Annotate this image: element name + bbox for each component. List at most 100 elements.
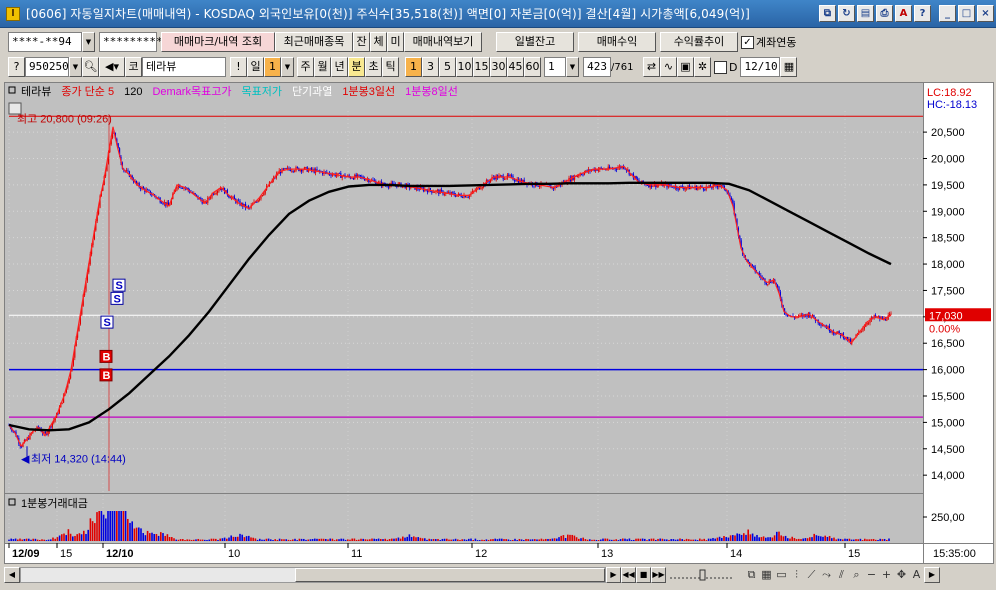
period-minute-button[interactable]: 분 <box>348 57 365 77</box>
bar-count-field[interactable]: 423 <box>583 57 611 77</box>
print-icon[interactable]: ⎙ <box>876 5 893 22</box>
interval-3-button[interactable]: 3 <box>422 57 439 77</box>
font-icon[interactable]: A <box>895 5 912 22</box>
trend-icon[interactable]: ⤳ <box>819 567 834 583</box>
magnify-icon[interactable]: ⌕ <box>849 567 864 583</box>
period-week-button[interactable]: 주 <box>297 57 314 77</box>
grid-icon[interactable]: ▦ <box>759 567 774 583</box>
chart-scrollbar-thumb[interactable] <box>295 568 605 582</box>
volume-bar <box>870 539 873 541</box>
period-dropdown-arrow[interactable]: ▼ <box>281 57 294 77</box>
candle-style-icon[interactable]: ⫶ <box>789 567 804 583</box>
trade-marker-label: S <box>104 317 111 329</box>
close-button[interactable]: × <box>977 5 994 22</box>
minimize-button[interactable]: _ <box>939 5 956 22</box>
daily-balance-button[interactable]: 일별잔고 <box>496 32 574 52</box>
interval-5-button[interactable]: 5 <box>439 57 456 77</box>
trade-history-button[interactable]: 매매내역보기 <box>404 32 482 52</box>
forward-button[interactable]: ▶▶ <box>651 567 666 583</box>
interval-45-button[interactable]: 45 <box>507 57 524 77</box>
period-tick-button[interactable]: 틱 <box>382 57 399 77</box>
interval-30-button[interactable]: 30 <box>490 57 507 77</box>
interval-15-button[interactable]: 15 <box>473 57 490 77</box>
volume-bar <box>564 538 567 541</box>
chart-settings-icon[interactable]: ? <box>8 57 25 77</box>
period-number[interactable]: 1 <box>264 57 281 77</box>
link-icon[interactable]: ⧉ <box>819 5 836 22</box>
volume-bar <box>523 540 525 541</box>
scroll-right-arrow[interactable]: ▶ <box>924 567 940 583</box>
date-field[interactable]: 12/10 <box>740 57 781 77</box>
arrows-icon[interactable]: ⇄ <box>643 57 660 77</box>
volume-bar <box>589 539 591 541</box>
candle <box>379 181 381 183</box>
move-icon[interactable]: ✥ <box>894 567 909 583</box>
interval-10-button[interactable]: 10 <box>456 57 473 77</box>
table-icon[interactable] <box>8 102 22 115</box>
custom-interval-dropdown-arrow[interactable]: ▼ <box>566 57 579 77</box>
volume-bar <box>56 537 59 541</box>
account-link-checkbox[interactable]: ✓ <box>741 35 754 49</box>
return-trend-button[interactable]: 수익률추이 <box>660 32 738 52</box>
stock-code-dropdown-arrow[interactable]: ▼ <box>69 57 82 77</box>
market-label[interactable]: 코 <box>125 57 142 77</box>
d-checkbox[interactable] <box>714 60 727 74</box>
password-field[interactable]: ********* <box>99 32 163 52</box>
interval-60-button[interactable]: 60 <box>524 57 541 77</box>
period-month-button[interactable]: 월 <box>314 57 331 77</box>
zoom-in-icon[interactable]: + <box>879 567 894 583</box>
volume-bar <box>789 538 791 541</box>
window-list-icon[interactable]: ▤ <box>857 5 874 22</box>
candle <box>233 196 235 199</box>
candle <box>886 319 888 321</box>
text-icon[interactable]: A <box>909 567 924 583</box>
period-day-button[interactable]: 일 <box>247 57 264 77</box>
trade-profit-button[interactable]: 매매수익 <box>578 32 656 52</box>
volume-bar <box>171 537 173 541</box>
candle <box>296 167 298 168</box>
volume-bar <box>65 535 67 541</box>
compare-icon[interactable]: ⫽ <box>834 567 849 583</box>
account-field[interactable]: ****-**94 <box>8 32 82 52</box>
gear-icon[interactable]: ✲ <box>694 57 711 77</box>
maximize-button[interactable]: □ <box>958 5 975 22</box>
layout-icon[interactable]: ⧉ <box>744 567 759 583</box>
period-year-button[interactable]: 년 <box>331 57 348 77</box>
search-icon[interactable]: 🔍︎ <box>82 57 99 77</box>
line-style-icon[interactable]: ⟋ <box>804 567 819 583</box>
indicator-icon[interactable]: ∿ <box>660 57 677 77</box>
bar-style-icon[interactable]: ▭ <box>774 567 789 583</box>
speaker-icon[interactable]: ◀▾ <box>99 57 125 77</box>
chart-canvas[interactable]: 최고 20,800 (09:26)◀ 최저 14,320 (14:44) SSSB… <box>5 83 993 563</box>
calendar-icon[interactable]: ▦ <box>780 57 798 77</box>
candle <box>868 322 870 324</box>
play-button[interactable]: ▶ <box>606 567 621 583</box>
help-icon[interactable]: ? <box>914 5 931 22</box>
account-dropdown-arrow[interactable]: ▼ <box>82 32 95 52</box>
unexecuted-button[interactable]: 미 <box>387 32 404 52</box>
refresh-icon[interactable]: ↻ <box>838 5 855 22</box>
stock-name-field[interactable]: 테라뷰 <box>142 57 226 77</box>
chart-scrollbar-track[interactable] <box>20 567 606 583</box>
trade-mark-query-button[interactable]: 매매마크/내역 조회 <box>161 32 275 52</box>
price-pane[interactable] <box>5 83 923 493</box>
custom-interval-field[interactable]: 1 <box>544 57 566 77</box>
balance-button[interactable]: 잔 <box>353 32 370 52</box>
executed-button[interactable]: 체 <box>370 32 387 52</box>
interval-1-button[interactable]: 1 <box>405 57 422 77</box>
volume-bar <box>872 538 875 541</box>
current-price-pct: 0.00% <box>929 323 960 335</box>
rewind-button[interactable]: ◀◀ <box>621 567 636 583</box>
volume-bar <box>36 539 39 541</box>
save-icon[interactable]: ▣ <box>677 57 694 77</box>
stock-code-field[interactable]: 950250 <box>25 57 69 77</box>
scroll-left-arrow[interactable]: ◀ <box>4 567 20 583</box>
stop-button[interactable]: ■ <box>636 567 651 583</box>
alert-button[interactable]: ! <box>230 57 247 77</box>
period-second-button[interactable]: 초 <box>365 57 382 77</box>
chart-frame[interactable]: 최고 20,800 (09:26) ◀ 최저 14,320 (14:44) SSSB… <box>4 82 994 564</box>
recent-trades-button[interactable]: 최근매매종목 <box>275 32 353 52</box>
speed-slider[interactable] <box>666 567 736 583</box>
candle <box>137 183 139 185</box>
zoom-out-icon[interactable]: − <box>864 567 879 583</box>
